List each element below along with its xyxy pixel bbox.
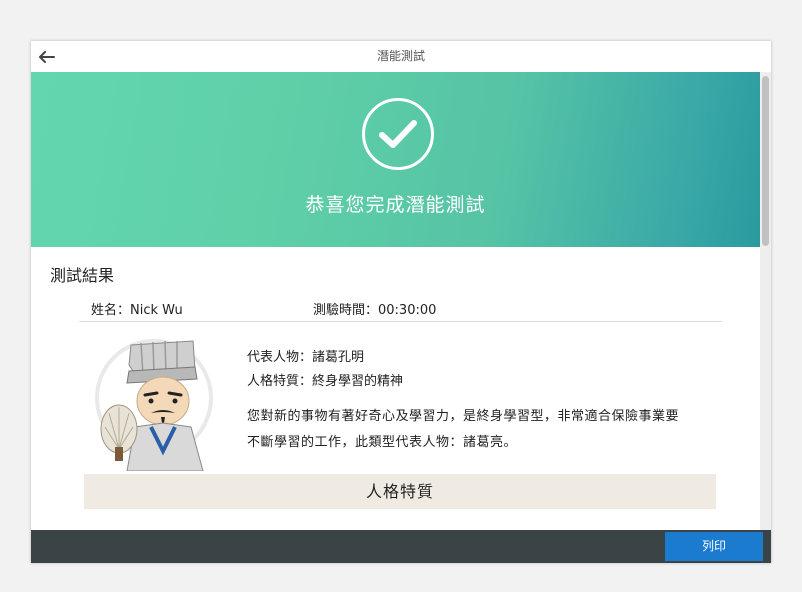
trait-section-header: 人格特質 (84, 474, 716, 509)
results-panel: 測試結果 姓名：Nick Wu 測驗時間：00:30:00 代表人物：諸葛孔明 … (31, 247, 760, 532)
page-title: 潛能測試 (376, 49, 425, 63)
completion-message: 恭喜您完成潛能測試 (305, 194, 486, 216)
checkmark-circle-icon (362, 98, 434, 170)
representative-figure: 代表人物：諸葛孔明 (247, 350, 365, 365)
info-row: 姓名：Nick Wu 測驗時間：00:30:00 (79, 297, 722, 322)
scrollbar-thumb[interactable] (762, 76, 769, 246)
description-line: 您對新的事物有著好奇心及學習力，是終身學習型，非常適合保險事業要 (247, 409, 680, 424)
success-banner: 恭喜您完成潛能測試 (31, 72, 760, 247)
title-bar: 潛能測試 (31, 41, 771, 73)
print-button[interactable]: 列印 (665, 532, 763, 561)
zhuge-liang-avatar (100, 340, 204, 471)
description-line: 不斷學習的工作，此類型代表人物：諸葛亮。 (247, 435, 518, 450)
section-title: 測試結果 (50, 266, 115, 285)
result-description: 您對新的事物有著好奇心及學習力，是終身學習型，非常適合保險事業要 不斷學習的工作… (247, 404, 717, 456)
test-duration: 測驗時間：00:30:00 (313, 303, 437, 318)
scrollbar[interactable] (760, 72, 771, 532)
app-window: 潛能測試 恭喜您完成潛能測試 測試結果 姓名：Nick Wu 測驗時間：00:3… (31, 41, 771, 563)
footer-bar: 列印 (31, 530, 771, 563)
user-name: 姓名：Nick Wu (91, 303, 183, 318)
personality-trait: 人格特質：終身學習的精神 (247, 374, 404, 389)
